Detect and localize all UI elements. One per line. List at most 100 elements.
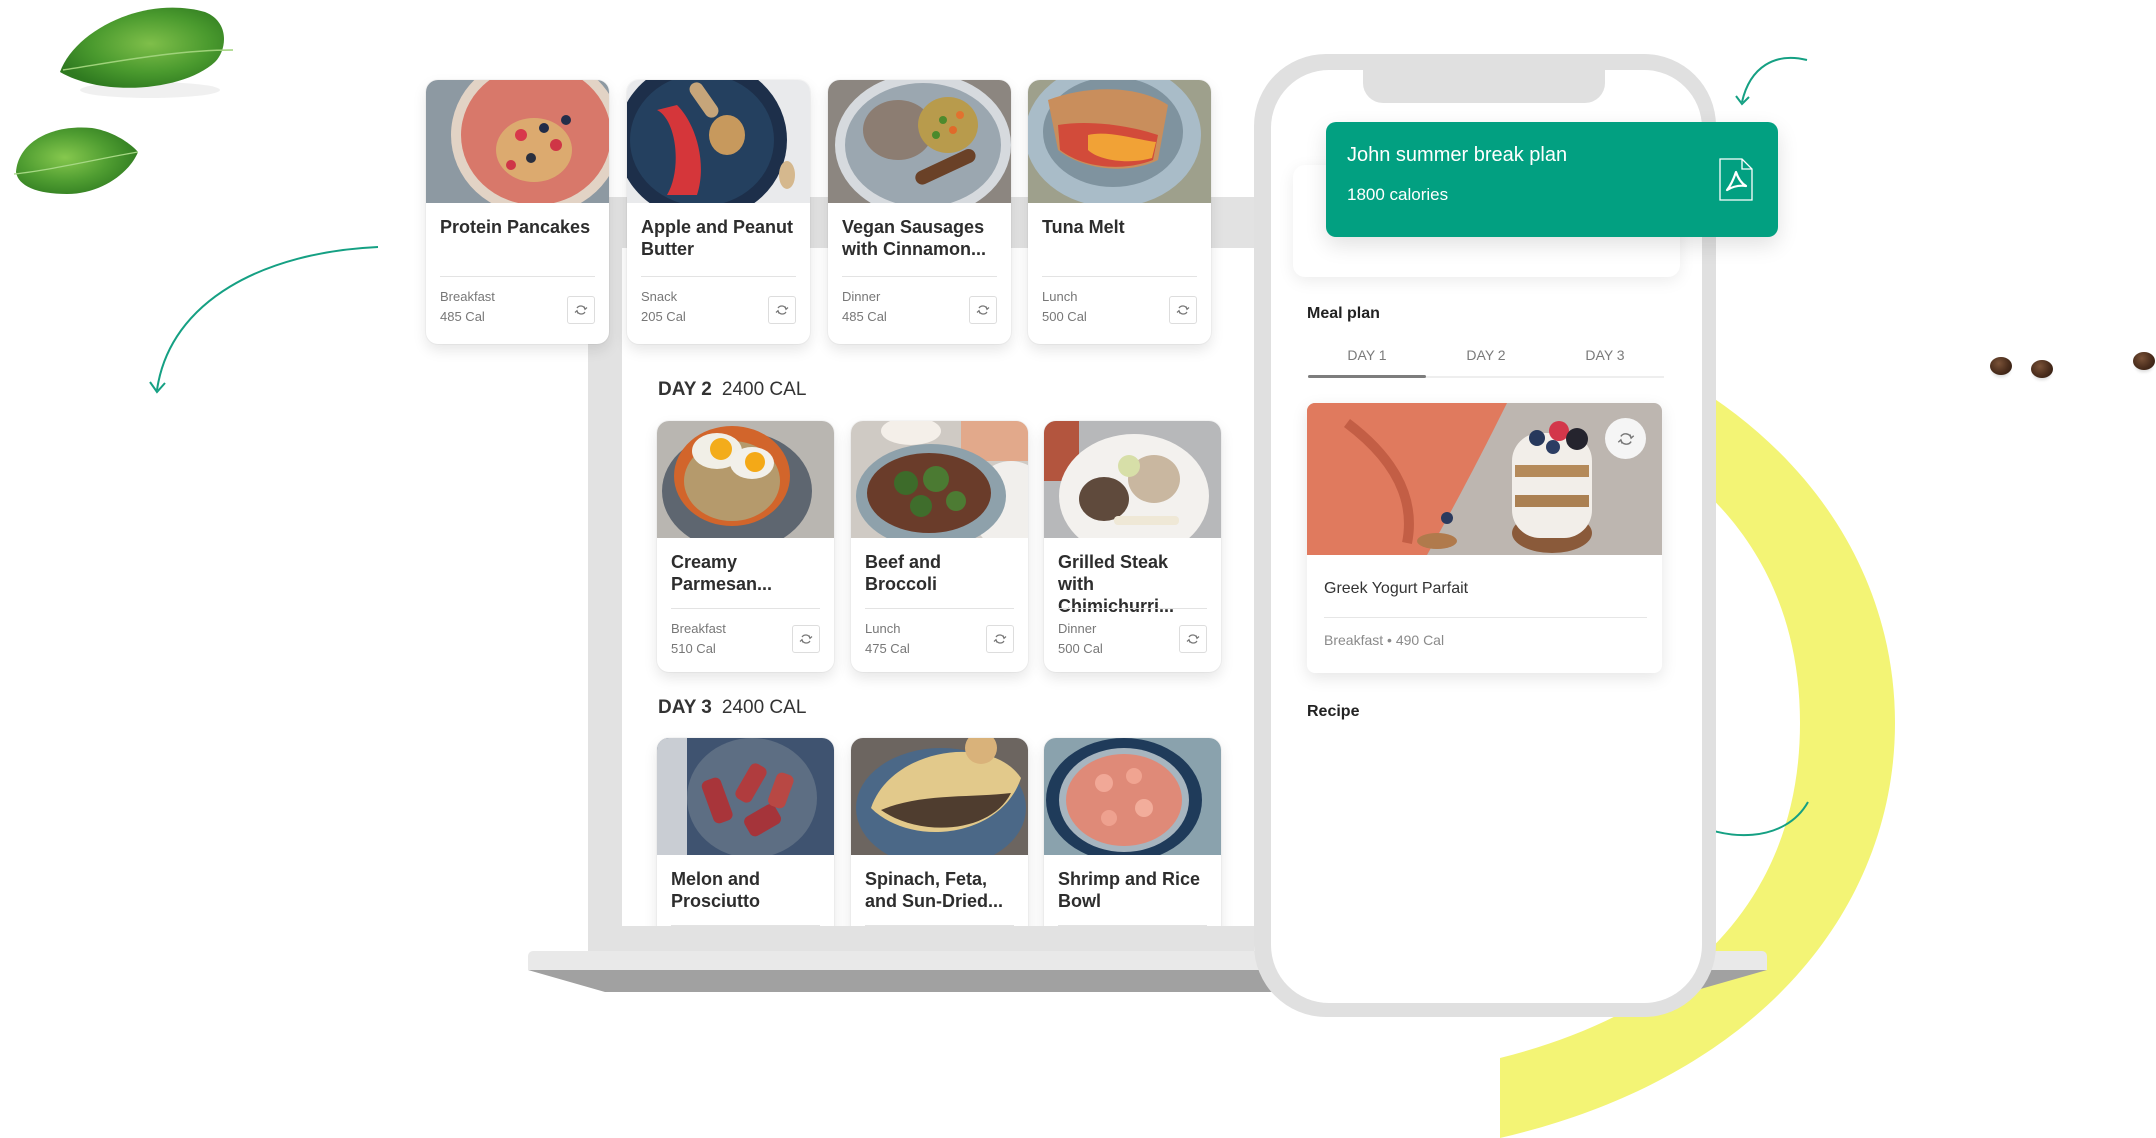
phone-notch xyxy=(1363,70,1605,103)
featured-meal-card[interactable]: Greek Yogurt Parfait Breakfast • 490 Cal xyxy=(1307,403,1662,673)
divider xyxy=(865,925,1014,926)
refresh-icon xyxy=(775,305,789,315)
day-heading: DAY 3 2400 CAL xyxy=(658,697,806,719)
swap-meal-button[interactable] xyxy=(969,296,997,324)
coffee-bean-decoration xyxy=(1990,357,2012,375)
meal-card[interactable]: Vegan Sausages with Cinnamon... Dinner 48… xyxy=(828,80,1011,344)
meal-calories: 500 Cal xyxy=(1058,641,1103,656)
divider xyxy=(1042,276,1197,277)
divider xyxy=(1324,617,1647,618)
divider xyxy=(440,276,595,277)
meal-title: Beef and Broccoli xyxy=(865,552,942,594)
meal-calories: 205 Cal xyxy=(641,309,686,324)
meal-card[interactable]: Spinach, Feta, and Sun-Dried... xyxy=(851,738,1028,926)
curved-arrow-decoration xyxy=(1735,56,1808,106)
featured-meal-meta: Breakfast • 490 Cal xyxy=(1324,632,1445,648)
meal-card[interactable]: Melon and Prosciutto xyxy=(657,738,834,926)
meal-title: Shrimp and Rice Bowl xyxy=(1058,869,1201,911)
meal-photo-sliced-apple-peanut-butter xyxy=(627,80,810,203)
day-heading: DAY 2 2400 CAL xyxy=(658,379,806,401)
swap-meal-button[interactable] xyxy=(1605,418,1646,459)
refresh-icon xyxy=(976,305,990,315)
refresh-icon xyxy=(993,634,1007,644)
divider xyxy=(641,276,796,277)
meal-title: Protein Pancakes xyxy=(440,217,591,237)
meal-calories: 485 Cal xyxy=(440,309,485,324)
swap-meal-button[interactable] xyxy=(986,625,1014,653)
meal-card[interactable]: Apple and Peanut Butter Snack 205 Cal xyxy=(627,80,810,344)
meal-card[interactable]: Grilled Steak with Chimichurri... Dinner… xyxy=(1044,421,1221,672)
coffee-bean-decoration xyxy=(2133,352,2155,370)
meal-photo-vegan-sausage-plate xyxy=(828,80,1011,203)
meal-meta: Dinner 500 Cal xyxy=(1058,619,1103,659)
divider xyxy=(671,925,820,926)
day-calories: 2400 CAL xyxy=(721,697,807,718)
meal-card[interactable]: Protein Pancakes Breakfast 485 Cal xyxy=(426,80,609,344)
swap-meal-button[interactable] xyxy=(792,625,820,653)
day-label: DAY 2 xyxy=(658,379,712,400)
meal-calories: 500 Cal xyxy=(1042,309,1087,324)
refresh-icon xyxy=(1186,634,1200,644)
meal-title: Creamy Parmesan... xyxy=(671,552,773,594)
swap-meal-button[interactable] xyxy=(1169,296,1197,324)
meal-title: Vegan Sausages with Cinnamon... xyxy=(842,217,986,259)
meal-photo-pancakes-with-berries xyxy=(426,80,609,203)
meal-type: Snack xyxy=(641,289,678,304)
meal-card[interactable]: Creamy Parmesan... Breakfast 510 Cal xyxy=(657,421,834,672)
meal-photo-egg-rice-bowl xyxy=(657,421,834,538)
divider xyxy=(671,608,820,609)
refresh-icon xyxy=(574,305,588,315)
swap-meal-button[interactable] xyxy=(768,296,796,324)
refresh-icon xyxy=(1617,432,1634,445)
meal-plan-heading: Meal plan xyxy=(1307,305,1380,322)
swap-meal-button[interactable] xyxy=(567,296,595,324)
tab-day-3[interactable]: DAY 3 xyxy=(1546,347,1664,363)
meal-card[interactable]: Tuna Melt Lunch 500 Cal xyxy=(1028,80,1211,344)
refresh-icon xyxy=(799,634,813,644)
meal-type: Breakfast xyxy=(440,289,495,304)
meal-type: Dinner xyxy=(1058,621,1097,636)
refresh-icon xyxy=(1176,305,1190,315)
day-tabs: DAY 1 DAY 2 DAY 3 xyxy=(1308,347,1664,379)
plan-calories: 1800 calories xyxy=(1347,185,1449,204)
meal-meta: Breakfast 510 Cal xyxy=(671,619,726,659)
meal-title: Tuna Melt xyxy=(1042,217,1125,237)
plan-title: John summer break plan xyxy=(1347,144,1568,166)
active-tab-indicator xyxy=(1308,375,1426,378)
featured-meal-title: Greek Yogurt Parfait xyxy=(1324,580,1469,597)
meal-meta: Lunch 500 Cal xyxy=(1042,287,1087,327)
basil-leaf-decoration xyxy=(13,127,139,194)
meal-meta: Dinner 485 Cal xyxy=(842,287,887,327)
meal-meta: Lunch 475 Cal xyxy=(865,619,910,659)
meal-meta: Breakfast 485 Cal xyxy=(440,287,495,327)
tab-day-1[interactable]: DAY 1 xyxy=(1308,347,1426,363)
swap-meal-button[interactable] xyxy=(1179,625,1207,653)
meal-card[interactable]: Beef and Broccoli Lunch 475 Cal xyxy=(851,421,1028,672)
meal-meta: Snack 205 Cal xyxy=(641,287,686,327)
meal-photo-spinach-feta-omelette xyxy=(851,738,1028,855)
plan-summary-card[interactable]: John summer break plan 1800 calories xyxy=(1326,122,1778,237)
meal-calories: 475 Cal xyxy=(865,641,910,656)
day-calories: 2400 CAL xyxy=(721,379,807,400)
coffee-bean-decoration xyxy=(2031,360,2053,378)
meal-type: Dinner xyxy=(842,289,881,304)
meal-photo-beef-broccoli-bowl xyxy=(851,421,1028,538)
day-label: DAY 3 xyxy=(658,697,712,718)
recipe-heading: Recipe xyxy=(1307,703,1360,720)
basil-leaf-decoration xyxy=(60,7,234,98)
meal-type: Breakfast xyxy=(671,621,726,636)
pdf-icon[interactable] xyxy=(1719,158,1753,201)
meal-title: Apple and Peanut Butter xyxy=(641,217,794,259)
divider xyxy=(1058,925,1207,926)
divider xyxy=(865,608,1014,609)
meal-photo-steak-rice-plate xyxy=(1044,421,1221,538)
tab-day-2[interactable]: DAY 2 xyxy=(1427,347,1545,363)
meal-calories: 485 Cal xyxy=(842,309,887,324)
meal-title: Melon and Prosciutto xyxy=(671,869,761,911)
meal-card[interactable]: Shrimp and Rice Bowl xyxy=(1044,738,1221,926)
laptop-screen: DAY 2 2400 CAL Creamy Parmesan... Breakfa… xyxy=(622,248,1254,926)
meal-photo-shrimp-rice-bowl xyxy=(1044,738,1221,855)
meal-title: Spinach, Feta, and Sun-Dried... xyxy=(865,869,1004,911)
meal-type: Lunch xyxy=(1042,289,1078,304)
divider xyxy=(1058,608,1207,609)
